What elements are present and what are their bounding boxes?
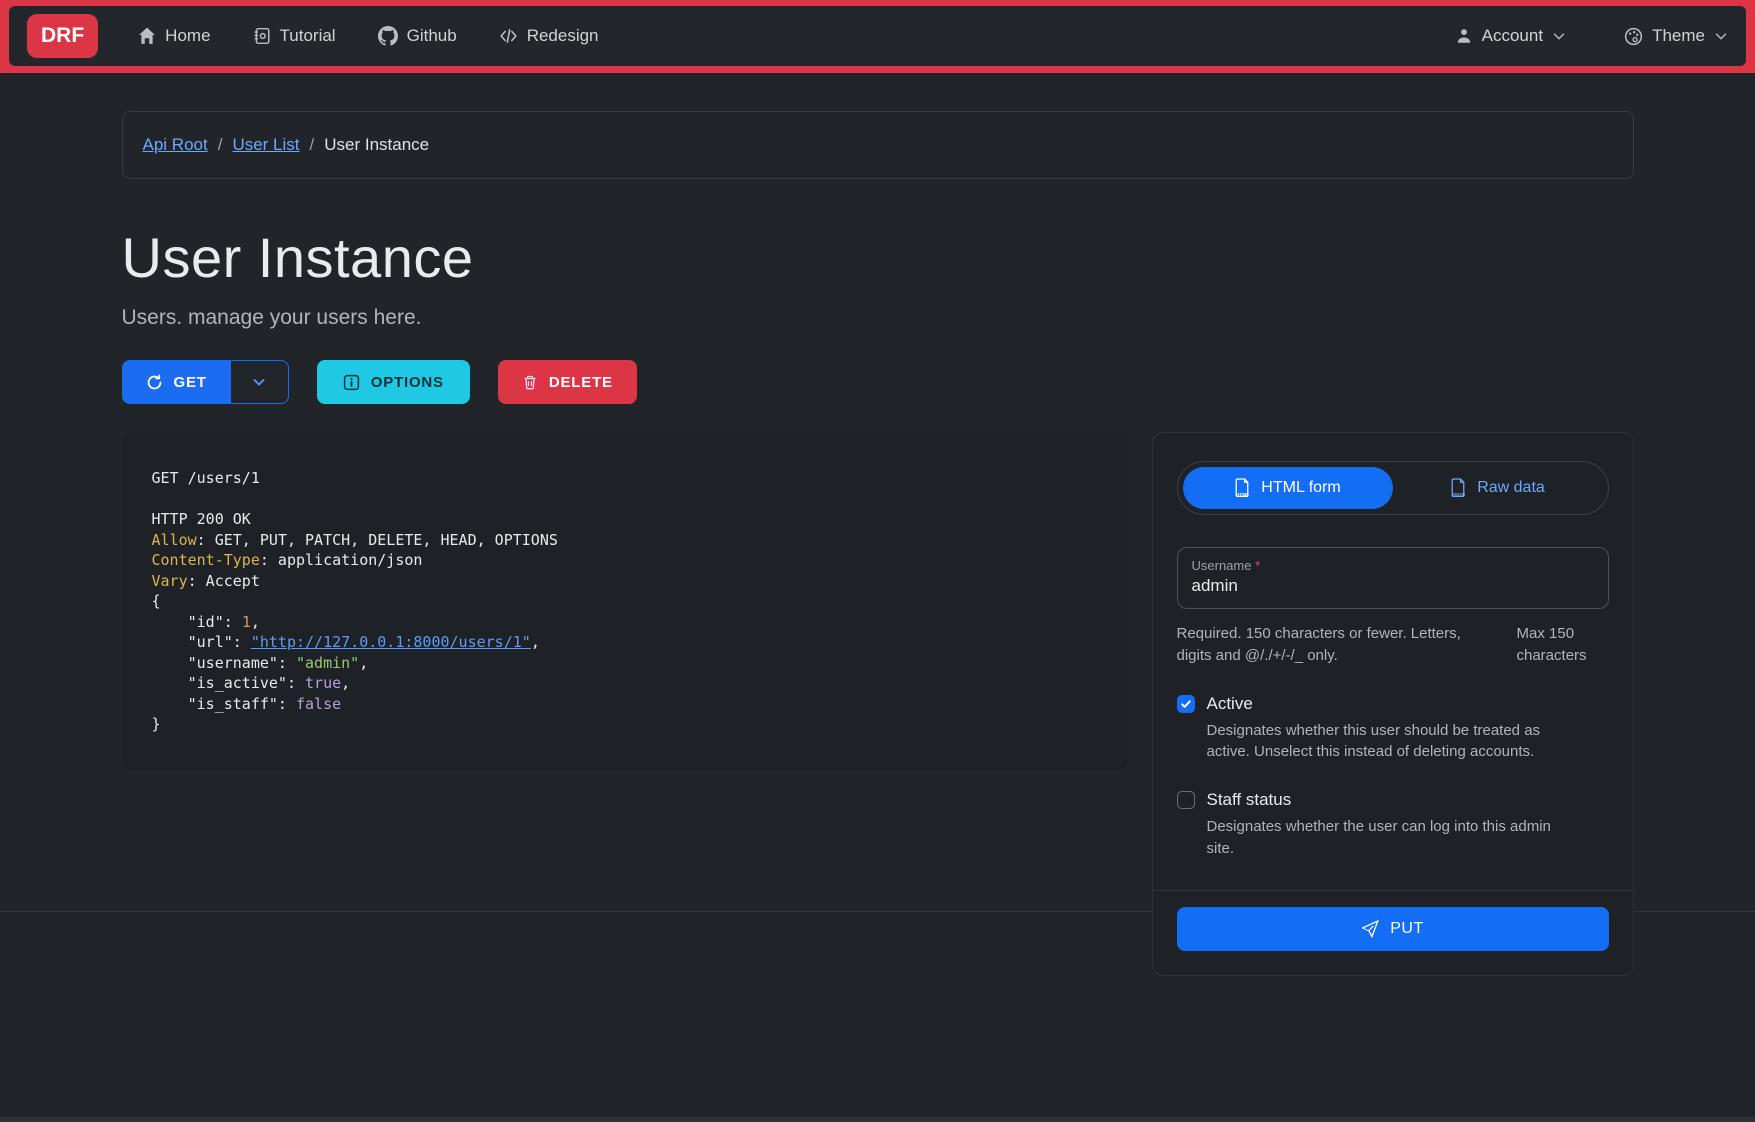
- nav-right: Account Theme: [1455, 26, 1728, 46]
- form-footer: PUT: [1153, 890, 1633, 975]
- get-button-group: GET: [122, 360, 289, 404]
- main-content: GET /users/1 HTTP 200 OKAllow: GET, PUT,…: [122, 432, 1634, 976]
- staff-status-checkbox[interactable]: [1177, 791, 1195, 809]
- chevron-down-icon: [251, 374, 267, 390]
- get-dropdown-toggle[interactable]: [231, 360, 289, 404]
- username-help-left: Required. 150 characters or fewer. Lette…: [1177, 623, 1485, 667]
- form-card: HTML HTML form JSON Raw data Username: [1152, 432, 1634, 976]
- put-button-label: PUT: [1390, 920, 1424, 938]
- chevron-down-icon: [1714, 29, 1728, 43]
- active-checkbox-block: Active Designates whether this user shou…: [1177, 694, 1609, 764]
- staff-status-checkbox-label[interactable]: Staff status: [1207, 790, 1292, 810]
- breadcrumb-link-user-list[interactable]: User List: [232, 135, 299, 155]
- nav-item-label: Tutorial: [280, 26, 336, 46]
- delete-button[interactable]: DELETE: [498, 360, 637, 404]
- put-button[interactable]: PUT: [1177, 907, 1609, 951]
- account-menu[interactable]: Account: [1455, 26, 1566, 46]
- home-icon: [138, 27, 156, 45]
- refresh-icon: [146, 374, 163, 391]
- navbar: DRF Home Tutorial Github: [0, 0, 1755, 73]
- breadcrumb: Api Root / User List / User Instance: [122, 111, 1634, 179]
- brand-logo[interactable]: DRF: [27, 14, 98, 58]
- palette-icon: [1624, 27, 1643, 46]
- active-checkbox-label[interactable]: Active: [1207, 694, 1253, 714]
- nav-item-label: Redesign: [527, 26, 599, 46]
- get-button[interactable]: GET: [122, 360, 231, 404]
- staff-status-checkbox-help: Designates whether the user can log into…: [1207, 816, 1575, 860]
- nav-item-label: Home: [165, 26, 210, 46]
- person-icon: [1455, 27, 1473, 45]
- action-buttons: GET OPTIONS DELETE: [122, 360, 1634, 404]
- get-button-label: GET: [174, 374, 207, 391]
- github-icon: [378, 26, 398, 46]
- page-subtitle: Users. manage your users here.: [122, 306, 1634, 330]
- active-checkbox-help: Designates whether this user should be t…: [1207, 720, 1575, 764]
- staff-checkbox-block: Staff status Designates whether the user…: [1177, 790, 1609, 860]
- svg-text:JSON: JSON: [1452, 491, 1466, 497]
- theme-label: Theme: [1652, 26, 1705, 46]
- options-button-label: OPTIONS: [371, 374, 444, 391]
- chevron-down-icon: [1552, 29, 1566, 43]
- delete-button-label: DELETE: [549, 374, 613, 391]
- options-button[interactable]: OPTIONS: [317, 360, 470, 404]
- response-url-link[interactable]: "http://127.0.0.1:8000/users/1": [251, 633, 531, 651]
- form-tabs: HTML HTML form JSON Raw data: [1177, 461, 1609, 515]
- code-icon: [499, 27, 518, 45]
- breadcrumb-separator: /: [218, 135, 223, 155]
- active-checkbox[interactable]: [1177, 695, 1195, 713]
- nav-item-tutorial[interactable]: Tutorial: [253, 26, 336, 46]
- username-help: Required. 150 characters or fewer. Lette…: [1177, 623, 1609, 667]
- account-label: Account: [1482, 26, 1543, 46]
- tab-html-form-label: HTML form: [1261, 479, 1340, 497]
- svg-text:HTML: HTML: [1236, 491, 1249, 497]
- tab-raw-data[interactable]: JSON Raw data: [1393, 467, 1603, 509]
- info-square-icon: [343, 374, 360, 391]
- check-icon: [1180, 698, 1192, 710]
- nav-item-label: Github: [407, 26, 457, 46]
- breadcrumb-separator: /: [310, 135, 315, 155]
- response-body: GET /users/1 HTTP 200 OKAllow: GET, PUT,…: [152, 468, 1098, 735]
- tab-html-form[interactable]: HTML HTML form: [1183, 467, 1393, 509]
- file-html-icon: HTML: [1234, 478, 1251, 499]
- navbar-inner: DRF Home Tutorial Github: [9, 6, 1746, 66]
- breadcrumb-link-api-root[interactable]: Api Root: [143, 135, 208, 155]
- username-label: Username *: [1192, 558, 1594, 573]
- send-icon: [1361, 920, 1379, 938]
- trash-icon: [522, 374, 538, 391]
- nav-item-redesign[interactable]: Redesign: [499, 26, 599, 46]
- nav-links: Home Tutorial Github Redesign: [138, 26, 598, 46]
- nav-item-home[interactable]: Home: [138, 26, 210, 46]
- response-card: GET /users/1 HTTP 200 OKAllow: GET, PUT,…: [122, 432, 1128, 771]
- file-json-icon: JSON: [1450, 478, 1467, 499]
- footer-strip: [0, 1117, 1755, 1122]
- username-help-right: Max 150 characters: [1517, 623, 1609, 667]
- page-title: User Instance: [122, 225, 1634, 290]
- tab-raw-data-label: Raw data: [1477, 479, 1545, 497]
- username-input[interactable]: [1192, 576, 1594, 596]
- breadcrumb-current: User Instance: [324, 135, 429, 155]
- required-marker: *: [1255, 558, 1260, 573]
- nav-item-github[interactable]: Github: [378, 26, 457, 46]
- username-field-box[interactable]: Username *: [1177, 547, 1609, 609]
- theme-menu[interactable]: Theme: [1624, 26, 1728, 46]
- journal-icon: [253, 27, 271, 45]
